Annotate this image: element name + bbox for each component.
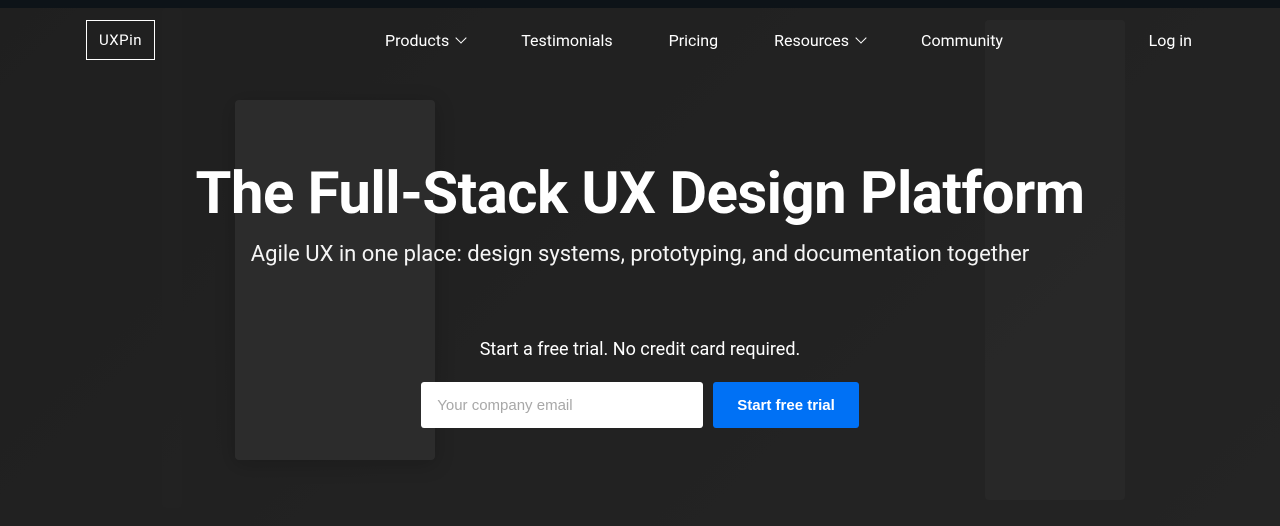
trial-form: Start free trial — [0, 382, 1280, 428]
nav-community[interactable]: Community — [921, 31, 1003, 50]
hero-section: The Full-Stack UX Design Platform Agile … — [0, 160, 1280, 428]
nav-community-label: Community — [921, 31, 1003, 50]
hero-subtitle: Agile UX in one place: design systems, p… — [0, 242, 1280, 267]
main-nav: Products Testimonials Pricing Resources … — [385, 31, 1003, 50]
nav-products[interactable]: Products — [385, 31, 465, 50]
nav-resources-label: Resources — [774, 31, 849, 50]
nav-testimonials[interactable]: Testimonials — [521, 31, 612, 50]
nav-products-label: Products — [385, 31, 449, 50]
nav-testimonials-label: Testimonials — [521, 31, 612, 50]
nav-pricing-label: Pricing — [669, 31, 719, 50]
hero-title: The Full-Stack UX Design Platform — [0, 160, 1280, 228]
logo[interactable]: UXPin — [86, 20, 155, 60]
chevron-down-icon — [456, 32, 467, 43]
chevron-down-icon — [855, 32, 866, 43]
email-field[interactable] — [421, 382, 703, 428]
login-link[interactable]: Log in — [1149, 31, 1192, 50]
main-header: UXPin Products Testimonials Pricing Reso… — [0, 0, 1280, 62]
trial-label: Start a free trial. No credit card requi… — [0, 339, 1280, 360]
nav-pricing[interactable]: Pricing — [669, 31, 719, 50]
nav-resources[interactable]: Resources — [774, 31, 865, 50]
start-trial-button[interactable]: Start free trial — [713, 382, 859, 428]
